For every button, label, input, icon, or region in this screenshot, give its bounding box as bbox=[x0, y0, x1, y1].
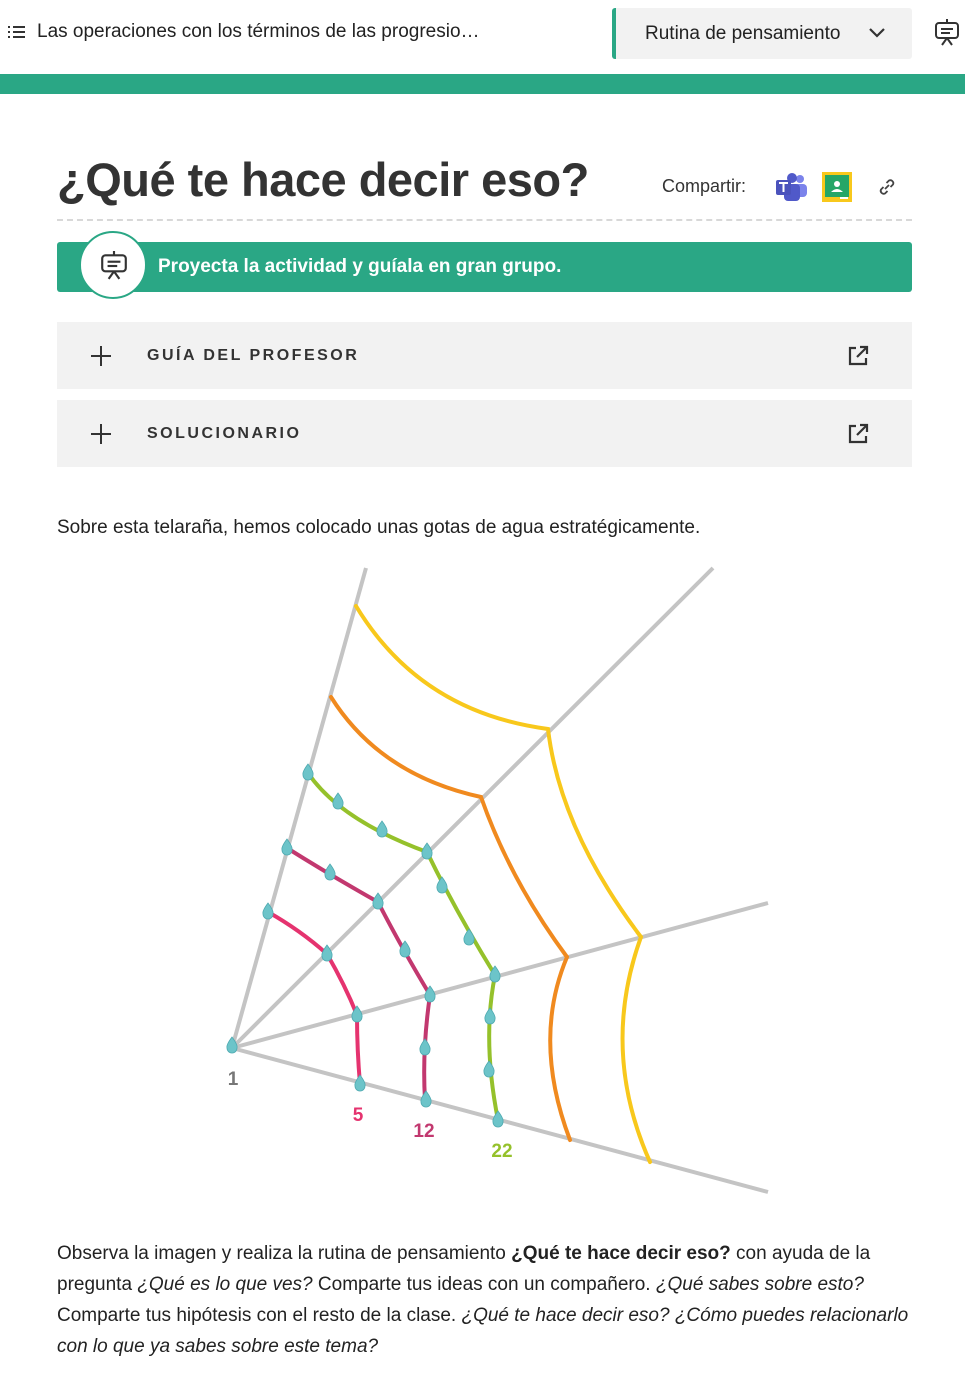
intro-text: Sobre esta telaraña, hemos colocado unas… bbox=[57, 517, 701, 538]
link-icon[interactable] bbox=[876, 176, 898, 198]
web-ring bbox=[354, 604, 652, 1164]
page-title: ¿Qué te hace decir eso? bbox=[57, 153, 589, 206]
projector-icon bbox=[101, 251, 127, 280]
instructions-text: Comparte tus ideas con un compañero. bbox=[312, 1274, 656, 1295]
water-drop bbox=[421, 842, 433, 860]
water-drop bbox=[420, 1090, 432, 1108]
title-divider bbox=[57, 219, 912, 221]
accordion-answer-key[interactable]: SOLUCIONARIO bbox=[57, 400, 912, 467]
web-number-label: 12 bbox=[413, 1121, 434, 1142]
plus-icon[interactable] bbox=[91, 424, 111, 444]
accordion-label: SOLUCIONARIO bbox=[147, 425, 302, 442]
water-drop bbox=[324, 863, 336, 881]
list-menu-icon[interactable] bbox=[8, 26, 25, 40]
water-drop bbox=[436, 876, 448, 894]
share-label: Compartir: bbox=[662, 176, 747, 196]
instructions-text: Comparte tus hipótesis con el resto de l… bbox=[57, 1305, 462, 1326]
accordion-label: GUÍA DEL PROFESOR bbox=[147, 347, 360, 364]
water-drop bbox=[376, 820, 388, 838]
water-drop bbox=[484, 1007, 496, 1025]
banner-icon-badge bbox=[79, 231, 147, 299]
instructions-paragraph: Observa la imagen y realiza la rutina de… bbox=[57, 1238, 917, 1362]
water-drop bbox=[483, 1060, 495, 1078]
instructions-text: Observa la imagen y realiza la rutina de… bbox=[57, 1243, 512, 1264]
google-classroom-icon[interactable] bbox=[822, 172, 852, 202]
question-1: ¿Qué es lo que ves? bbox=[137, 1274, 313, 1295]
external-link-icon[interactable] bbox=[846, 422, 870, 446]
chevron-down-icon bbox=[869, 28, 885, 38]
water-drop bbox=[492, 1110, 504, 1128]
accordion-teacher-guide[interactable]: GUÍA DEL PROFESOR bbox=[57, 322, 912, 389]
teams-icon[interactable] bbox=[775, 172, 809, 202]
top-bar: Las operaciones con los términos de las … bbox=[0, 0, 965, 74]
banner-text: Proyecta la actividad y guíala en gran g… bbox=[158, 256, 562, 277]
web-number-label: 22 bbox=[491, 1141, 512, 1162]
water-drop bbox=[354, 1074, 366, 1092]
water-drop bbox=[332, 792, 344, 810]
web-radial-line bbox=[230, 567, 368, 1049]
web-radial-line bbox=[230, 566, 715, 1050]
routine-dropdown-label: Rutina de pensamiento bbox=[645, 23, 841, 44]
routine-name: ¿Qué te hace decir eso? bbox=[511, 1243, 731, 1264]
web-ring bbox=[329, 695, 572, 1142]
water-drop bbox=[419, 1038, 431, 1056]
web-labels: 1 5 12 22 bbox=[228, 1069, 513, 1162]
projector-icon[interactable] bbox=[934, 19, 960, 47]
spider-web-figure: 1 5 12 22 bbox=[226, 566, 769, 1194]
web-number-label: 5 bbox=[353, 1105, 364, 1126]
routine-dropdown[interactable]: Rutina de pensamiento bbox=[612, 8, 912, 59]
plus-icon[interactable] bbox=[91, 346, 111, 366]
document-title[interactable]: Las operaciones con los términos de las … bbox=[37, 21, 480, 43]
accent-bar bbox=[0, 74, 965, 94]
water-drop bbox=[463, 928, 475, 946]
external-link-icon[interactable] bbox=[846, 344, 870, 368]
water-drop bbox=[372, 892, 384, 910]
question-2: ¿Qué sabes sobre esto? bbox=[655, 1274, 864, 1295]
web-number-label: 1 bbox=[228, 1069, 239, 1090]
web-radial-lines bbox=[230, 566, 769, 1194]
